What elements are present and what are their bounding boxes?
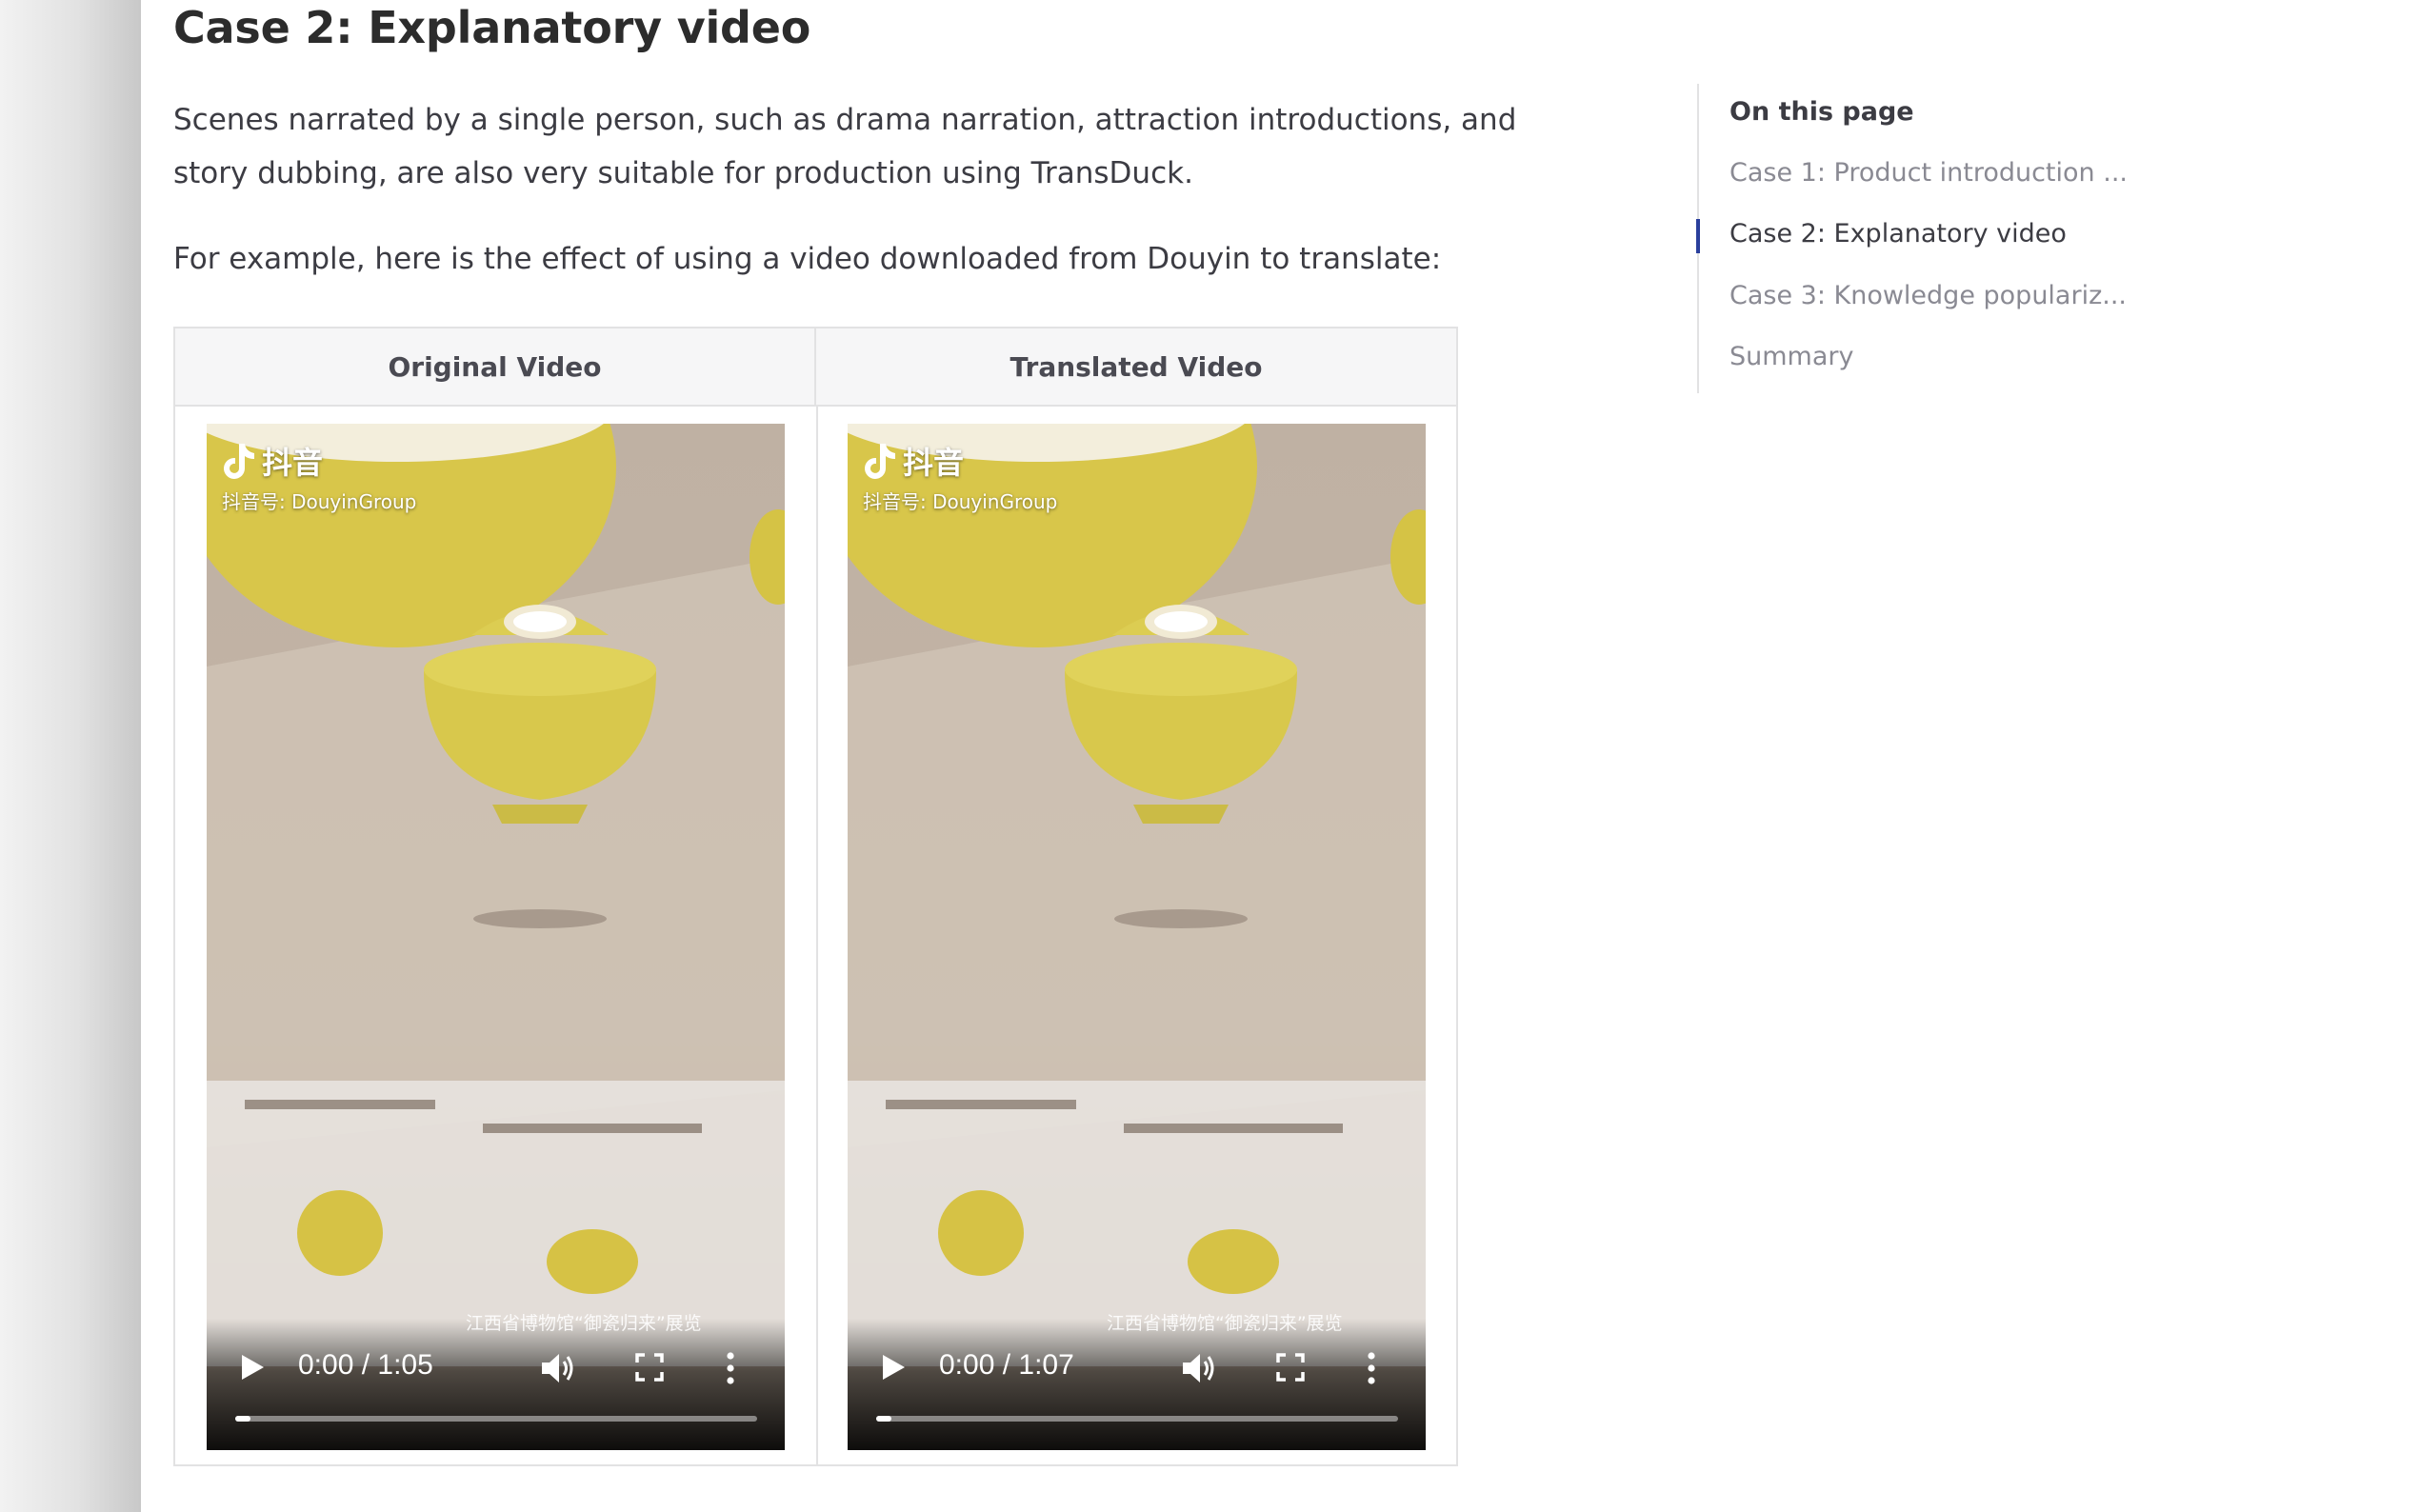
video-frame-image [848,424,1426,1450]
example-paragraph: For example, here is the effect of using… [173,242,1442,276]
volume-icon[interactable] [1179,1349,1217,1387]
video-progress-fill [235,1416,251,1422]
douyin-logo-icon [224,444,254,479]
volume-icon[interactable] [538,1349,576,1387]
play-icon[interactable] [876,1351,909,1383]
intro-line-2: story dubbing, are also very suitable fo… [173,156,1193,190]
original-video-player[interactable]: 抖音 抖音号: DouyinGroup 0:00 / 1:05 江西省博物馆“御… [207,424,785,1450]
douyin-watermark: 抖音 抖音号: DouyinGroup [863,439,1057,514]
video-time: 0:00 / 1:07 [939,1349,1074,1381]
play-icon[interactable] [235,1351,268,1383]
video-time: 0:00 / 1:05 [298,1349,433,1381]
video-caption: 江西省博物馆“御瓷归来”展览 [1107,1313,1343,1334]
intro-line-1: Scenes narrated by a single person, such… [173,103,1517,137]
more-vert-icon[interactable] [723,1349,738,1387]
column-divider [816,407,818,1466]
fullscreen-icon[interactable] [633,1351,666,1383]
video-progress-bar[interactable] [876,1416,1398,1422]
douyin-account-id: 抖音号: DouyinGroup [863,490,1058,513]
more-vert-icon[interactable] [1364,1349,1379,1387]
toc-item-case-3[interactable]: Case 3: Knowledge populariz... [1729,281,2127,310]
toc-item-case-2[interactable]: Case 2: Explanatory video [1729,219,2067,249]
on-this-page-nav: On this page Case 1: Product introductio… [1696,84,2194,393]
fullscreen-icon[interactable] [1274,1351,1307,1383]
douyin-account-id: 抖音号: DouyinGroup [222,490,417,513]
douyin-logo-icon [865,444,895,479]
douyin-brand-text: 抖音 [262,445,324,481]
douyin-brand-text: 抖音 [903,445,965,481]
header-original-video: Original Video [175,328,816,407]
video-frame-image [207,424,785,1450]
video-comparison-table: Original Video Translated Video 抖音 抖音号: … [173,327,1458,1466]
header-translated-video: Translated Video [816,328,1456,407]
video-progress-fill [876,1416,892,1422]
page-heading: Case 2: Explanatory video [173,2,811,53]
toc-active-marker [1696,219,1700,253]
douyin-watermark: 抖音 抖音号: DouyinGroup [222,439,416,514]
video-controls: 0:00 / 1:07 [848,1319,1426,1450]
video-controls: 0:00 / 1:05 [207,1319,785,1450]
video-progress-bar[interactable] [235,1416,757,1422]
toc-title: On this page [1729,97,1914,127]
video-caption: 江西省博物馆“御瓷归来”展览 [466,1313,702,1334]
toc-item-summary[interactable]: Summary [1729,342,1853,371]
toc-item-case-1[interactable]: Case 1: Product introduction ... [1729,158,2128,188]
left-gutter [0,0,141,1512]
translated-video-player[interactable]: 抖音 抖音号: DouyinGroup 0:00 / 1:07 江西省博物馆“御… [848,424,1426,1450]
